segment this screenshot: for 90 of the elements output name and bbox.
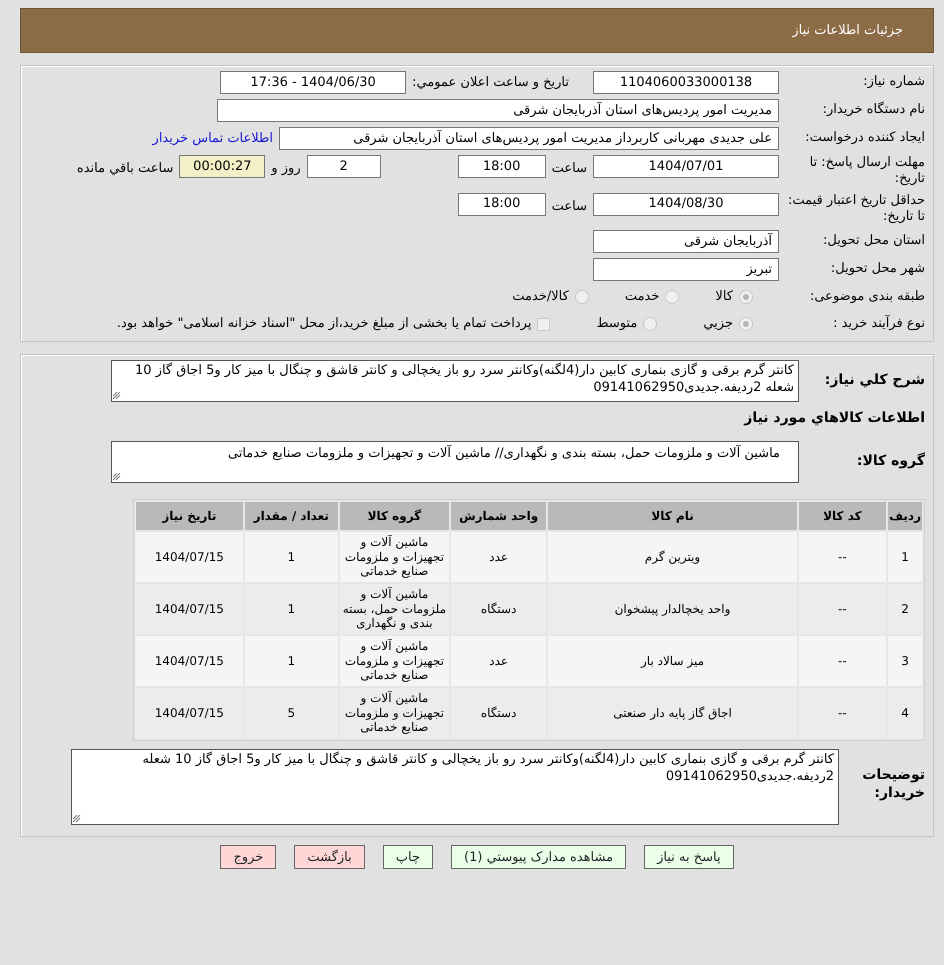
- table-cell: 1404/07/15: [154, 706, 224, 720]
- field-label: شهر محل تحویل:: [830, 261, 925, 278]
- table-cell: ماشین آلات و تجهیزات و ملزومات صنایع خدماتی: [344, 639, 444, 682]
- page-title: جزئیات اطلاعات نیاز: [792, 22, 903, 40]
- column-header: گروه کالا: [340, 502, 449, 530]
- contact-link[interactable]: اطلاعات تماس خریدار: [152, 128, 273, 148]
- action-button[interactable]: چاپ: [382, 845, 433, 869]
- table-cell: 1: [287, 654, 296, 668]
- requester-field: علی جدیدی مهربانی کاربرداز مدیریت امور پردیس‌های استان آذربایجان شرقی: [279, 127, 779, 150]
- table-cell: --: [838, 654, 847, 668]
- action-button[interactable]: مشاهده مدارک پیوستي (1): [451, 845, 626, 869]
- table-cell: 5: [287, 706, 296, 720]
- table-cell: 1: [287, 602, 296, 616]
- table-cell: 1: [287, 550, 296, 564]
- field-label: روز و: [271, 160, 301, 178]
- radio-label: متوسط: [596, 315, 638, 334]
- column-header: تعداد / مقدار: [244, 502, 338, 530]
- resize-grip-icon[interactable]: [113, 392, 121, 400]
- field-label: حداقل تاریخ اعتبار قیمت: تا تاریخ:: [786, 192, 925, 225]
- table-cell: --: [838, 706, 847, 720]
- announce-date-field: 1404/06/30 - 17:36: [220, 71, 406, 94]
- city-field: تبریز: [593, 258, 779, 281]
- radio-label: کالا/خدمت: [512, 288, 569, 306]
- column-header: کد کالا: [798, 502, 886, 530]
- field-label: طبقه بندی موضوعی:: [808, 288, 925, 306]
- field-label: ساعت باقي مانده: [76, 160, 174, 178]
- table-cell: ماشین آلات و تجهیزات و ملزومات صنایع خدماتی: [344, 691, 444, 734]
- days-field: 2: [306, 155, 381, 178]
- radio-button[interactable]: [574, 290, 589, 304]
- resize-grip-icon[interactable]: [73, 815, 81, 823]
- table-cell: ویترین گرم: [644, 550, 700, 564]
- action-button[interactable]: خروج: [220, 845, 276, 869]
- table-cell: دستگاه: [480, 706, 516, 720]
- action-button[interactable]: پاسخ به نیاز: [644, 845, 734, 869]
- time-field: 18:00: [458, 155, 546, 178]
- checkbox-label: پرداخت تمام یا بخشی از مبلغ خرید،از محل "اسناد خزانه اسلامی" خواهد بود.: [116, 315, 532, 334]
- table-cell: 1404/07/15: [154, 550, 224, 564]
- field-label: توضیحات خریدار:: [861, 767, 925, 802]
- radio-label: خدمت: [624, 288, 660, 306]
- field-label: ساعت: [552, 198, 587, 216]
- radio-button[interactable]: [665, 290, 680, 304]
- field-label: نوع فرآیند خرید :: [832, 316, 925, 332]
- goods-group-field[interactable]: ماشین آلات و ملزومات حمل، بسته بندی و نگهداری// ماشین آلات و تجهیزات و ملزومات صنایع خدماتی: [111, 441, 799, 483]
- table-cell: 4: [901, 706, 909, 720]
- field-label: ساعت: [552, 160, 587, 178]
- table-cell: --: [838, 550, 847, 564]
- buyer-notes-field[interactable]: کانتر گرم برقی و گازی بنماری کابین دار(4لگنه)وکانتر سرد رو باز یخچالی و کانتر قاشق و چنگال با میز کار و5 اجاق گاز 10 شعله 2ردیفه.جدیدی09141062950: [71, 749, 839, 825]
- remaining-time-field: 00:00:27: [179, 155, 266, 178]
- summary-field[interactable]: کانتر گرم برقی و گازی بنماری کابین دار(4لگنه)وکانتر سرد رو باز یخچالی و کانتر قاشق و چنگال با میز کار و5 اجاق گاز 10 شعله 2ردیفه.جدیدی09141062950: [111, 360, 799, 402]
- radio-label: جزيي: [703, 315, 733, 334]
- field-label: استان محل تحویل:: [822, 233, 925, 250]
- need-number-field: 1104060033000138: [593, 71, 779, 94]
- table-cell: دستگاه: [480, 602, 516, 616]
- table-cell: عدد: [489, 550, 508, 564]
- table-cell: واحد یخچالدار پیشخوان: [614, 602, 730, 616]
- checkbox[interactable]: [537, 318, 550, 330]
- table-cell: 3: [901, 654, 909, 668]
- table-cell: 2: [901, 602, 909, 616]
- column-header: واحد شمارش: [450, 502, 546, 530]
- radio-label: کالا: [715, 288, 733, 306]
- buyer-field: مدیریت امور پردیس‌های استان آذربایجان شرقی: [217, 99, 779, 122]
- table-cell: --: [838, 602, 847, 616]
- radio-button[interactable]: [643, 317, 658, 331]
- table-cell: عدد: [489, 654, 508, 668]
- table-cell: 1404/07/15: [154, 654, 224, 668]
- column-header: تاریخ نیاز: [136, 502, 243, 530]
- table-cell: 1: [901, 550, 909, 564]
- date-field: 1404/08/30: [593, 192, 779, 216]
- field-label: شماره نیاز:: [862, 74, 925, 91]
- table-cell: ماشین آلات و ملزومات حمل، بسته بندی و نگهداری: [342, 587, 446, 630]
- field-label: تاریخ و ساعت اعلان عمومي:: [412, 74, 569, 92]
- action-button[interactable]: بازگشت: [294, 845, 365, 869]
- field-label: نام دستگاه خریدار:: [822, 102, 925, 119]
- field-label: گروه کالا:: [856, 453, 925, 471]
- column-header: ردیف: [888, 502, 922, 530]
- table-cell: ماشین آلات و تجهیزات و ملزومات صنایع خدماتی: [344, 535, 444, 578]
- province-field: آذربایجان شرقی: [593, 230, 779, 253]
- field-label: ایجاد کننده درخواست:: [804, 130, 925, 147]
- field-label: مهلت ارسال پاسخ: تا تاریخ:: [808, 155, 925, 188]
- resize-grip-icon[interactable]: [113, 473, 121, 481]
- table-cell: میز سالاد بار: [641, 654, 704, 668]
- date-field: 1404/07/01: [593, 155, 779, 178]
- section-title: اطلاعات كالاهاي مورد نياز: [744, 408, 925, 428]
- time-field: 18:00: [458, 192, 546, 216]
- radio-button[interactable]: [739, 290, 753, 304]
- table-cell: اجاق گاز پایه دار صنعتی: [613, 706, 732, 720]
- radio-button[interactable]: [739, 317, 753, 331]
- table-cell: 1404/07/15: [154, 602, 224, 616]
- field-label: شرح كلي نياز:: [824, 372, 925, 390]
- column-header: نام کالا: [548, 502, 797, 530]
